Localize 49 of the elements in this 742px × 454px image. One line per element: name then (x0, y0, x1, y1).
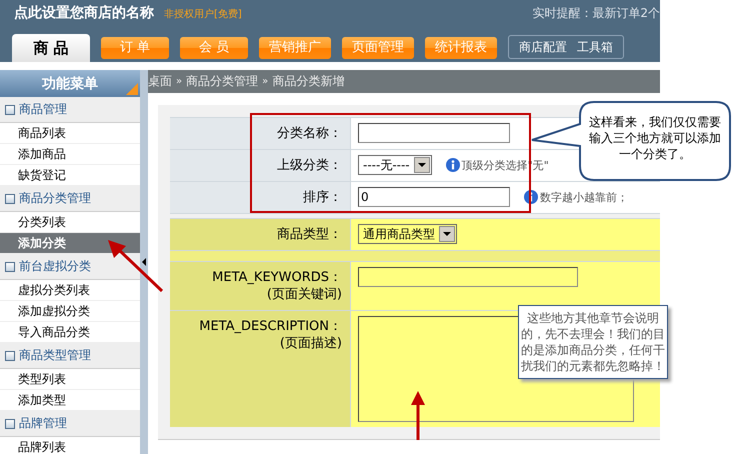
menu-group-label: 商品类型管理 (19, 347, 91, 364)
menu-group[interactable]: 商品分类管理 (0, 186, 140, 212)
input-field[interactable]: 0 (358, 187, 510, 207)
field-label: 上级分类： (276, 157, 342, 174)
menu-group-label: 前台虚拟分类 (19, 258, 91, 275)
menu-group-label: 商品分类管理 (19, 190, 91, 207)
collapse-box-icon (5, 418, 15, 428)
notice-text: 实时提醒：最新订单2个 (532, 5, 660, 22)
breadcrumb-link[interactable]: 商品分类新增 (272, 73, 344, 90)
dropdown[interactable]: 通用商品类型 (358, 224, 457, 244)
toolbar-link[interactable]: 工具箱 (577, 38, 613, 56)
annotation-tooltip: 这些地方其他章节会说明的，先不去理会！我们的目的是添加商品分类，任何干扰我们的元素都先忽略掉！ (518, 305, 668, 379)
collapse-box-icon (5, 194, 15, 204)
field-label: META_KEYWORDS： (211, 269, 342, 286)
input-field[interactable] (358, 123, 510, 143)
field-label: META_DESCRIPTION： (198, 318, 342, 335)
field-label: 排序： (302, 189, 342, 206)
menu-group[interactable]: 前台虚拟分类 (0, 254, 140, 280)
menu-group[interactable]: 商品类型管理 (0, 343, 140, 369)
field-label: 商品类型： (276, 226, 342, 243)
hint-text: 数字越小越靠前； (540, 190, 628, 204)
collapse-box-icon (5, 104, 15, 114)
breadcrumb-separator: » (176, 76, 182, 87)
menu-item[interactable]: 添加分类 (0, 233, 140, 254)
collapse-icon[interactable] (142, 258, 146, 266)
field-sublabel: (页面关键词) (266, 286, 342, 303)
menu-group-label: 商品管理 (19, 101, 67, 118)
pointer-arrow (411, 391, 425, 440)
dropdown[interactable]: ----无---- (358, 155, 432, 175)
breadcrumb-link[interactable]: 商品分类管理 (186, 73, 258, 90)
info-icon (524, 190, 538, 204)
field-label: 分类名称： (276, 125, 342, 142)
nav-tab[interactable]: 商 品 (12, 34, 90, 62)
menu-group[interactable]: 商品管理 (0, 97, 140, 123)
store-name[interactable]: 点此设置您商店的名称 (14, 4, 154, 22)
breadcrumb-separator: » (262, 76, 268, 87)
menu-title: 功能菜单 (42, 74, 98, 92)
field-sublabel: (页面描述) (278, 335, 342, 352)
menu-group[interactable]: 品牌管理 (0, 411, 140, 437)
breadcrumb-link[interactable]: 桌面 (148, 73, 172, 90)
toolbar-link[interactable]: 商店配置 (519, 38, 567, 56)
pointer-arrow (108, 240, 164, 292)
callout-text: 这样看来，我们仅仅需要输入三个地方就可以添加一个分类了。 (588, 114, 722, 162)
license-label: 非授权用户[免费] (164, 8, 242, 21)
input-field[interactable] (358, 267, 578, 287)
collapse-box-icon (5, 262, 15, 272)
info-icon (446, 158, 460, 172)
menu-group-label: 品牌管理 (19, 415, 67, 432)
collapse-box-icon (5, 350, 15, 360)
